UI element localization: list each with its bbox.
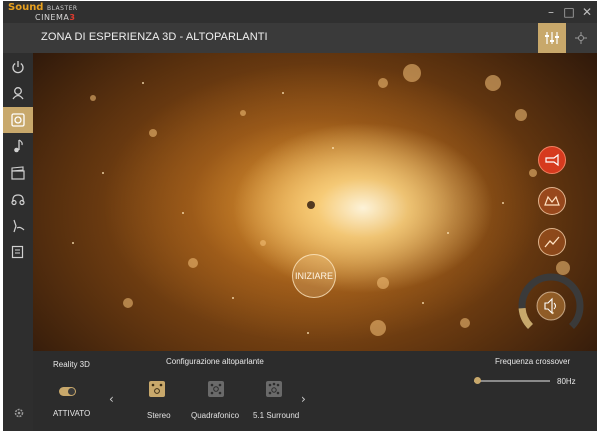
notepad-icon [11,245,24,259]
settings-gear-icon[interactable] [13,407,25,419]
app-logo: Sound BLASTER CINEMA3 [8,2,78,23]
crystalizer-icon [544,195,560,206]
crossover-slider-handle[interactable] [473,377,481,384]
sidebar-item-night-mode[interactable] [3,213,33,239]
stereo-speaker-icon [151,383,163,394]
profile-icon [12,87,24,100]
close-button[interactable]: ✕ [580,5,594,19]
sidebar-item-profile[interactable] [3,80,33,106]
option-surround51-label: 5.1 Surround [253,411,300,420]
page-header: ZONA DI ESPERIENZA 3D - ALTOPARLANTI [3,23,597,53]
logo-blaster: BLASTER [46,5,78,12]
bass-icon [544,236,560,248]
crossover-slider-track[interactable] [474,380,550,382]
crystalizer-button[interactable] [538,187,566,215]
surround-button[interactable] [538,146,566,174]
reality3d-toggle[interactable] [59,387,76,396]
reality3d-label: Reality 3D [53,360,90,369]
title-bar: Sound BLASTER CINEMA3 – □ ✕ [3,1,597,23]
logo-version: 3 [69,13,76,22]
equalizer-icon [545,32,559,44]
logo-cinema: CINEMA [35,13,70,22]
config-surround51-button[interactable] [266,381,282,397]
music-note-icon [14,139,23,153]
config-quadraphonic-button[interactable] [208,381,224,397]
particle-field [72,64,570,336]
crossover-value: 80Hz [557,377,576,386]
bass-button[interactable] [538,228,566,256]
next-config-chevron-icon[interactable]: › [301,392,306,406]
sidebar-item-notes[interactable] [3,239,33,265]
option-quadraphonic-label: Quadrafonico [191,411,240,420]
hero-visual: INIZIARE [33,53,597,351]
page-title: ZONA DI ESPERIENZA 3D - ALTOPARLANTI [41,31,268,43]
option-stereo-label: Stereo [147,411,171,420]
logo-sound: Sound [8,2,44,13]
sidebar-item-headphones[interactable] [3,186,33,212]
quadraphonic-speaker-icon [210,383,222,395]
config-stereo-button[interactable] [149,381,165,397]
surround51-speaker-icon [268,382,280,395]
bottom-panel: Reality 3D ATTIVATO Configurazione altop… [33,351,597,431]
power-icon [12,61,24,74]
sidebar-item-power[interactable] [3,54,33,80]
volume-dial[interactable] [516,271,586,341]
headphones-icon [11,194,25,206]
prev-config-chevron-icon[interactable]: ‹ [109,392,114,406]
app-window: Sound BLASTER CINEMA3 – □ ✕ ZONA DI ESPE… [3,1,597,431]
speaker-config-label: Configurazione altoparlante [166,357,264,366]
sidebar-item-speaker[interactable] [3,107,33,133]
connection-button[interactable] [567,23,595,53]
maximize-button[interactable]: □ [562,5,576,19]
surround-icon [545,153,559,167]
start-button[interactable]: INIZIARE [292,254,336,298]
night-mode-icon [13,219,25,233]
reality3d-state: ATTIVATO [53,409,91,418]
crossover-label: Frequenza crossover [495,357,571,366]
sidebar-item-movies[interactable] [3,160,33,186]
sidebar-item-music[interactable] [3,133,33,159]
connection-icon [575,32,587,44]
speaker-icon [11,113,25,127]
sidebar [3,53,33,431]
minimize-button[interactable]: – [544,5,558,19]
clapperboard-icon [11,166,25,180]
equalizer-button[interactable] [538,23,566,53]
